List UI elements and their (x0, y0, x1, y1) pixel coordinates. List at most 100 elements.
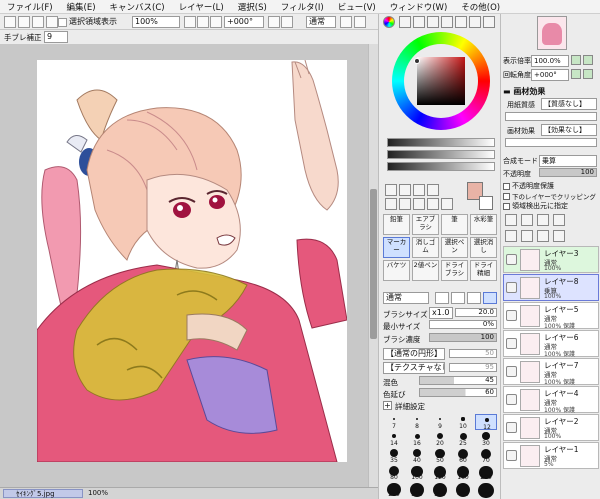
saturation-value-box[interactable] (414, 57, 465, 105)
brush-size-preset[interactable]: 300 (406, 482, 428, 498)
nav-zoom-out-icon[interactable] (583, 55, 593, 65)
tool-button[interactable]: 選択消し (470, 237, 497, 258)
brush-size-preset[interactable]: 100 (406, 465, 428, 481)
layer-paste-icon[interactable] (553, 214, 565, 226)
paper-texture-select[interactable]: 【質感なし】 (541, 98, 597, 110)
menu-select[interactable]: 選択(S) (231, 1, 274, 13)
layer-row[interactable]: レイヤー8 乗算 100% (503, 274, 599, 301)
swatch-tab-icon[interactable] (427, 16, 439, 28)
nav-zoom-field[interactable]: 100.0% (531, 55, 569, 67)
extend-slider[interactable]: 60 (419, 388, 497, 397)
menu-canvas[interactable]: キャンバス(C) (103, 1, 172, 13)
brush-size-preset[interactable]: 50 (429, 448, 451, 464)
tool-button[interactable]: 水彩筆 (470, 214, 497, 235)
undo-icon[interactable] (32, 16, 44, 28)
paper-effect-slider[interactable] (505, 138, 597, 147)
zoom-reset-icon[interactable] (210, 16, 222, 28)
delete-layer-icon[interactable] (553, 230, 565, 242)
brush-texture-select[interactable]: 【テクスチャなし】 (383, 362, 445, 374)
blend-mode-select[interactable]: 通常 (306, 16, 336, 28)
nav-zoom-in-icon[interactable] (571, 55, 581, 65)
transfer-down-icon[interactable] (505, 230, 517, 242)
nav-rotate-left-icon[interactable] (571, 69, 581, 79)
color-wheel-tab-icon[interactable] (383, 16, 395, 28)
navigator-thumbnail[interactable] (537, 16, 567, 50)
invert-selection-icon[interactable] (18, 16, 30, 28)
layer-row[interactable]: レイヤー6 通常 100% 保護 (503, 330, 599, 358)
eye-icon[interactable] (506, 338, 517, 349)
hand-icon[interactable] (427, 198, 439, 210)
panel-options-icon[interactable] (483, 16, 495, 28)
brush-size-preset[interactable]: 10 (452, 414, 474, 430)
new-layer-icon[interactable] (505, 214, 517, 226)
brush-size-preset[interactable]: 60 (452, 448, 474, 464)
eye-icon[interactable] (506, 310, 517, 321)
brush-size-multiplier[interactable]: x1.0 (429, 307, 453, 319)
pen-icon[interactable] (441, 198, 453, 210)
menu-filter[interactable]: フィルタ(I) (274, 1, 331, 13)
selection-visible-checkbox[interactable] (58, 18, 67, 27)
brush-size-preset[interactable]: 80 (383, 465, 405, 481)
brush-size-preset[interactable]: 400 (452, 482, 474, 498)
redo-icon[interactable] (46, 16, 58, 28)
paper-effect-select[interactable]: 【効果なし】 (541, 124, 597, 136)
brush-size-preset[interactable]: 25 (452, 431, 474, 447)
menu-file[interactable]: ファイル(F) (0, 1, 60, 13)
tool-button[interactable]: バケツ (383, 260, 410, 281)
layer-row[interactable]: レイヤー4 通常 100% 保護 (503, 386, 599, 414)
nav-rotate-right-icon[interactable] (583, 69, 593, 79)
option-clipping[interactable]: 下のレイヤーでクリッピング (503, 191, 599, 201)
hue-ring[interactable] (392, 32, 490, 130)
brush-size-preset[interactable]: 200 (475, 465, 497, 481)
eye-icon[interactable] (506, 422, 517, 433)
zoom-select[interactable]: 100% (132, 16, 180, 28)
eye-icon[interactable] (506, 450, 517, 461)
option-opacity-protect[interactable]: 不透明度保護 (503, 181, 599, 191)
rect-select-icon[interactable] (385, 184, 397, 196)
color-slider-3[interactable] (387, 162, 495, 171)
brush-size-preset[interactable]: 250 (383, 482, 405, 498)
rotate-left-icon[interactable] (268, 16, 280, 28)
brush-size-preset[interactable]: 70 (475, 448, 497, 464)
tip-shape-soft[interactable] (451, 292, 465, 304)
layer-row[interactable]: レイヤー1 通常 5% (503, 442, 599, 469)
rotate-select[interactable]: +000° (224, 16, 264, 28)
brush-mode-select[interactable]: 通常 (383, 292, 429, 304)
eye-icon[interactable] (506, 366, 517, 377)
menu-view[interactable]: ビュー(V) (331, 1, 383, 13)
brush-size-preset[interactable]: 350 (429, 482, 451, 498)
lasso-icon[interactable] (399, 184, 411, 196)
layer-row[interactable]: レイヤー7 通常 100% 保護 (503, 358, 599, 386)
scrollbar-thumb[interactable] (370, 189, 377, 339)
brush-size-preset[interactable]: 35 (383, 448, 405, 464)
brush-size-preset[interactable]: 20 (429, 431, 451, 447)
zoom-icon[interactable] (399, 198, 411, 210)
color-slider-1[interactable] (387, 138, 495, 147)
brush-density-slider[interactable]: 100 (429, 333, 497, 342)
layer-row[interactable]: レイヤー3 通常 100% (503, 246, 599, 273)
color-slider-2[interactable] (387, 150, 495, 159)
blend-mode-field[interactable]: 乗算 (539, 155, 597, 167)
canvas-vertical-scrollbar[interactable] (368, 44, 378, 487)
brush-size-slider[interactable]: 20.0 (455, 308, 497, 317)
brush-size-preset[interactable]: 8 (406, 414, 428, 430)
brush-shape-slider[interactable]: 50 (449, 349, 497, 358)
option-checkbox[interactable] (503, 202, 510, 210)
merge-down-icon[interactable] (521, 230, 533, 242)
deselect-icon[interactable] (4, 16, 16, 28)
brush-size-preset[interactable]: 16 (406, 431, 428, 447)
zoom-out-icon[interactable] (184, 16, 196, 28)
palette-icon[interactable] (469, 16, 481, 28)
brush-size-preset[interactable]: 120 (429, 465, 451, 481)
background-color-swatch[interactable] (479, 196, 493, 210)
tool-button[interactable]: 鉛筆 (383, 214, 410, 235)
sv-picker-handle[interactable] (414, 58, 420, 64)
tool-button[interactable]: 2値ペン (412, 260, 439, 281)
nav-rotate-field[interactable]: +000° (531, 69, 569, 81)
brush-shape-select[interactable]: 【通常の円形】 (383, 348, 445, 360)
menu-layer[interactable]: レイヤー(L) (172, 1, 231, 13)
brush-size-preset[interactable]: 40 (406, 448, 428, 464)
menu-edit[interactable]: 編集(E) (60, 1, 103, 13)
menu-other[interactable]: その他(O) (454, 1, 507, 13)
eye-icon[interactable] (506, 282, 517, 293)
